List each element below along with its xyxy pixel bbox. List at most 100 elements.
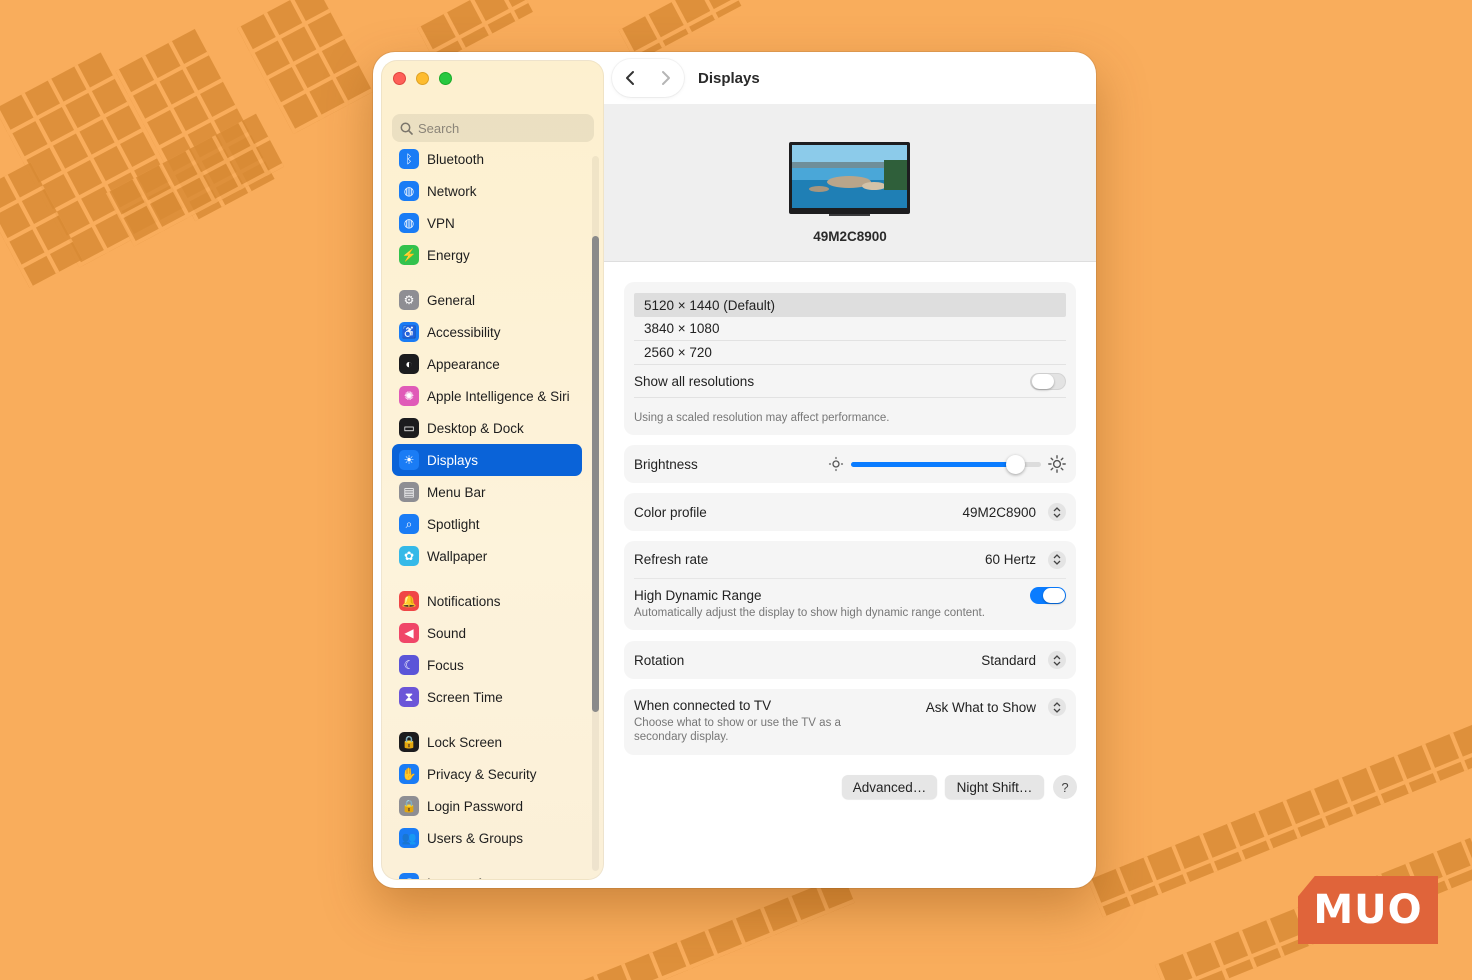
sidebar-item-label: Login Password <box>427 798 524 814</box>
dock-icon: ▭ <box>399 418 419 438</box>
back-button[interactable] <box>612 59 648 97</box>
refresh-rate-select[interactable]: 60 Hertz <box>985 550 1066 569</box>
rotation-label: Rotation <box>634 652 685 668</box>
sidebar-item-displays[interactable]: ☀ Displays <box>392 444 582 476</box>
sidebar-item-label: Energy <box>427 247 470 263</box>
vpn-globe-icon: ◍ <box>399 213 419 233</box>
tv-label: When connected to TV <box>634 698 772 713</box>
sidebar-item-lock-screen[interactable]: 🔒 Lock Screen <box>392 726 582 758</box>
bolt-icon: ⚡ <box>399 245 419 265</box>
forward-button[interactable] <box>648 59 684 97</box>
sidebar-item-label: Apple Intelligence & Siri <box>427 388 570 404</box>
sidebar-item-label: Users & Groups <box>427 830 524 846</box>
moon-icon: ☾ <box>399 655 419 675</box>
gear-icon: ⚙ <box>399 290 419 310</box>
sidebar-item-privacy-and-security[interactable]: ✋ Privacy & Security <box>392 758 582 790</box>
sidebar-list: ᛒ Bluetooth ◍ Network ◍ VPN ⚡ Energy ⚙ General ♿ Ac… <box>392 143 582 880</box>
resolution-option[interactable]: 3840 × 1080 <box>634 317 1066 341</box>
search-field[interactable] <box>392 114 594 142</box>
window-controls <box>393 72 452 85</box>
sidebar-item-network[interactable]: ◍ Network <box>392 175 582 207</box>
brightness-slider-thumb[interactable] <box>1006 454 1026 474</box>
padlock-icon: 🔒 <box>399 796 419 816</box>
color-profile-group: Color profile 49M2C8900 <box>624 493 1076 531</box>
hdr-label: High Dynamic Range <box>634 588 762 603</box>
resolution-label: 5120 × 1440 (Default) <box>644 297 775 313</box>
sidebar-item-label: Wallpaper <box>427 548 488 564</box>
search-input[interactable] <box>418 120 578 136</box>
sidebar-item-spotlight[interactable]: ⌕ Spotlight <box>392 508 582 540</box>
sidebar-item-apple-intelligence-and-siri[interactable]: ✺ Apple Intelligence & Siri <box>392 380 582 412</box>
display-name: 49M2C8900 <box>813 229 887 244</box>
minimize-button[interactable] <box>416 72 429 85</box>
sidebar-item-notifications[interactable]: 🔔 Notifications <box>392 585 582 617</box>
chevron-left-icon <box>626 71 634 85</box>
hdr-description: Automatically adjust the display to show… <box>634 607 985 619</box>
zoom-button[interactable] <box>439 72 452 85</box>
flower-icon: ✿ <box>399 546 419 566</box>
updown-chevron-icon <box>1048 698 1066 716</box>
sidebar-item-login-password[interactable]: 🔒 Login Password <box>392 790 582 822</box>
sidebar-item-users-and-groups[interactable]: 👥 Users & Groups <box>392 822 582 854</box>
sidebar-item-vpn[interactable]: ◍ VPN <box>392 207 582 239</box>
sidebar-item-label: Internet Accounts <box>427 876 531 880</box>
muo-watermark: MUO <box>1298 876 1438 944</box>
sidebar-item-label: Notifications <box>427 593 501 609</box>
color-profile-select[interactable]: 49M2C8900 <box>962 503 1066 521</box>
close-button[interactable] <box>393 72 406 85</box>
sidebar-scrollbar[interactable] <box>592 156 599 871</box>
brightness-slider[interactable] <box>851 454 1041 474</box>
sidebar-item-screen-time[interactable]: ⧗ Screen Time <box>392 681 582 713</box>
sidebar-item-desktop-and-dock[interactable]: ▭ Desktop & Dock <box>392 412 582 444</box>
color-profile-row: Color profile 49M2C8900 <box>624 493 1076 531</box>
accessibility-icon: ♿ <box>399 322 419 342</box>
sidebar-item-internet-accounts[interactable]: @ Internet Accounts <box>392 867 582 880</box>
refresh-rate-label: Refresh rate <box>634 552 709 567</box>
sidebar-item-accessibility[interactable]: ♿ Accessibility <box>392 316 582 348</box>
sidebar-item-label: Desktop & Dock <box>427 420 524 436</box>
bluetooth-icon: ᛒ <box>399 149 419 169</box>
hdr-toggle[interactable] <box>1030 587 1066 604</box>
resolution-group: 5120 × 1440 (Default) 3840 × 1080 2560 ×… <box>624 282 1076 435</box>
sidebar-item-energy[interactable]: ⚡ Energy <box>392 239 582 271</box>
tv-row: When connected to TV Choose what to show… <box>624 689 1076 755</box>
tv-select[interactable]: Ask What to Show <box>926 698 1066 716</box>
color-profile-value: 49M2C8900 <box>962 504 1036 520</box>
sidebar-item-label: Accessibility <box>427 324 501 340</box>
sidebar-item-focus[interactable]: ☾ Focus <box>392 649 582 681</box>
sidebar-item-label: VPN <box>427 215 455 231</box>
show-all-resolutions-row: Show all resolutions <box>634 365 1066 398</box>
help-button[interactable]: ? <box>1053 775 1077 799</box>
tv-group: When connected to TV Choose what to show… <box>624 689 1076 755</box>
search-icon <box>400 122 413 135</box>
resolution-label: 2560 × 720 <box>644 345 712 360</box>
resolution-option[interactable]: 5120 × 1440 (Default) <box>634 293 1066 317</box>
resolution-option[interactable]: 2560 × 720 <box>634 341 1066 365</box>
sidebar-item-bluetooth[interactable]: ᛒ Bluetooth <box>392 143 582 175</box>
advanced-button[interactable]: Advanced… <box>842 775 937 799</box>
sidebar-item-appearance[interactable]: ◐ Appearance <box>392 348 582 380</box>
night-shift-button[interactable]: Night Shift… <box>945 775 1044 799</box>
show-all-resolutions-toggle[interactable] <box>1030 372 1066 390</box>
sidebar-item-sound[interactable]: ◀ Sound <box>392 617 582 649</box>
updown-chevron-icon <box>1048 550 1066 569</box>
sidebar-item-label: Displays <box>427 452 479 468</box>
brightness-group: Brightness <box>624 445 1076 483</box>
sidebar-item-wallpaper[interactable]: ✿ Wallpaper <box>392 540 582 572</box>
scrollbar-thumb[interactable] <box>592 236 599 712</box>
sidebar-item-label: Spotlight <box>427 516 480 532</box>
sidebar-item-label: Appearance <box>427 356 500 372</box>
rotation-row: Rotation Standard <box>624 641 1076 679</box>
monitor-icon[interactable] <box>789 142 910 216</box>
sidebar-item-general[interactable]: ⚙ General <box>392 284 582 316</box>
hourglass-icon: ⧗ <box>399 687 419 707</box>
sidebar-item-menu-bar[interactable]: ▤ Menu Bar <box>392 476 582 508</box>
sidebar-item-label: Bluetooth <box>427 151 485 167</box>
rotation-select[interactable]: Standard <box>981 651 1066 669</box>
bg-tile-shape <box>565 874 855 980</box>
refresh-hdr-group: Refresh rate 60 Hertz High Dynamic Range… <box>624 541 1076 630</box>
at-icon: @ <box>399 873 419 879</box>
